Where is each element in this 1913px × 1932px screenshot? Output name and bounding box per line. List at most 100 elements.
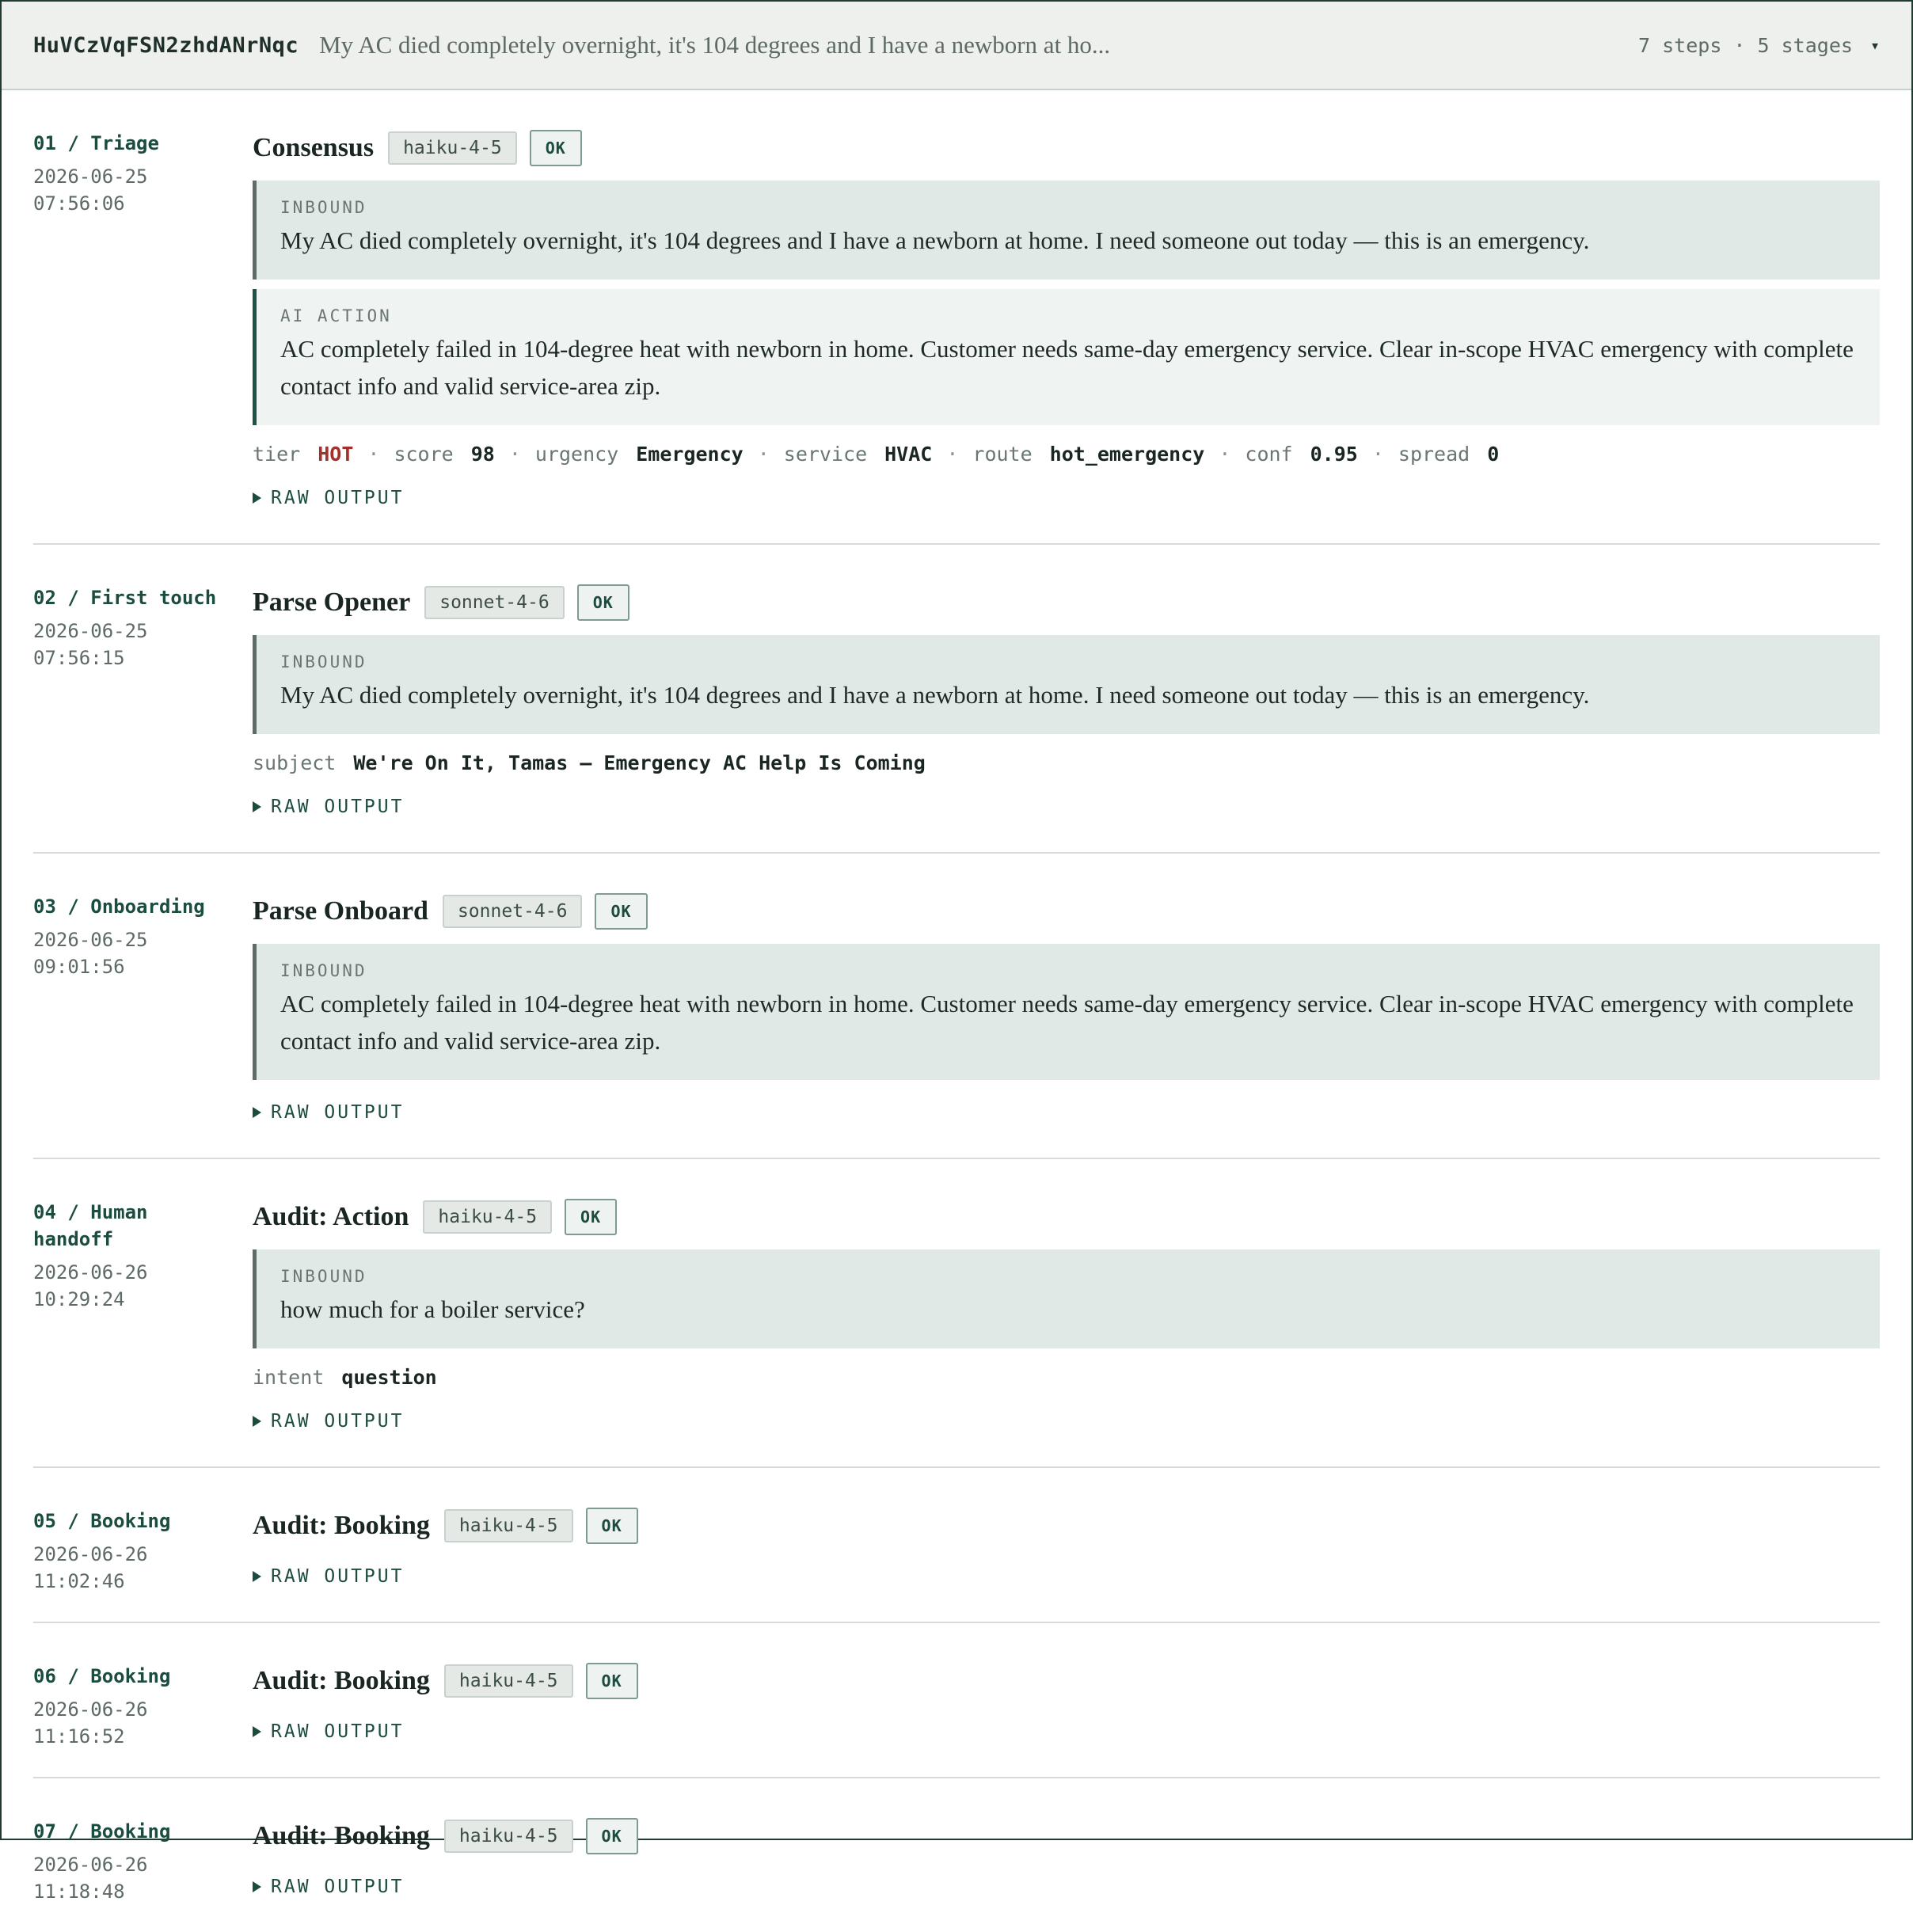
step-label: 06 / Booking [33,1665,171,1687]
run-meta[interactable]: 7 steps · 5 stages ▾ [1638,2,1880,89]
chevron-down-icon[interactable]: ▾ [1870,36,1880,55]
field-key-spread: spread [1398,443,1470,466]
inbound-text: My AC died completely overnight, it's 10… [280,681,1590,709]
inbound-text: how much for a boiler service? [280,1295,585,1323]
step-meta: 06 / Booking 2026-06-26 11:16:52 [33,1623,253,1777]
step-header: Audit: Booking haiku-4-5 OK [253,1818,1880,1854]
status-badge: OK [576,584,629,621]
inbound-message: INBOUND how much for a boiler service? [253,1249,1880,1348]
step-header: Audit: Action haiku-4-5 OK [253,1199,1880,1235]
step-header: Audit: Booking haiku-4-5 OK [253,1663,1880,1699]
field-value-urgency: Emergency [636,443,744,466]
field-value-intent: question [341,1366,437,1389]
field-key-score: score [394,443,454,466]
step-title: Audit: Action [253,1202,409,1231]
intent-field: intent question [253,1366,1880,1389]
field-key-subject: subject [253,751,337,774]
step-header: Parse Opener sonnet-4-6 OK [253,584,1880,621]
model-badge: haiku-4-5 [443,1509,573,1542]
field-key-route: route [972,443,1033,466]
step-label: 04 / Human handoff [33,1201,148,1250]
step-title: Parse Onboard [253,896,428,926]
model-badge: sonnet-4-6 [424,586,565,619]
field-key-intent: intent [253,1366,325,1389]
trace-panel: HuVCzVqFSN2zhdANrNqc My AC died complete… [0,0,1913,1903]
step-row: 05 / Booking 2026-06-26 11:02:46 Audit: B… [33,1468,1880,1623]
inbound-kicker: INBOUND [280,1267,367,1286]
step-header: Parse Onboard sonnet-4-6 OK [253,893,1880,930]
raw-output-toggle[interactable]: RAW OUTPUT [253,1102,1880,1123]
ai-action-text: AC completely failed in 104-degree heat … [280,335,1854,400]
triangle-right-icon [253,1881,261,1892]
raw-output-toggle[interactable]: RAW OUTPUT [253,1721,1880,1742]
triangle-right-icon [253,1416,261,1427]
inbound-message: INBOUND My AC died completely overnight,… [253,181,1880,280]
field-key-conf: conf [1245,443,1293,466]
step-body: Audit: Booking haiku-4-5 OK RAW OUTPUT [253,1623,1880,1777]
field-value-service: HVAC [884,443,933,466]
step-label: 07 / Booking [33,1820,171,1843]
status-badge: OK [595,893,648,930]
step-row: 06 / Booking 2026-06-26 11:16:52 Audit: B… [33,1623,1880,1778]
model-badge: haiku-4-5 [423,1200,553,1234]
inbound-kicker: INBOUND [280,961,367,980]
field-key-tier: tier [253,443,301,466]
raw-output-toggle[interactable]: RAW OUTPUT [253,1566,1880,1587]
model-badge: haiku-4-5 [388,131,517,165]
status-badge: OK [585,1508,638,1544]
step-body: Audit: Booking haiku-4-5 OK RAW OUTPUT [253,1778,1880,1932]
inbound-kicker: INBOUND [280,198,367,217]
raw-output-toggle[interactable]: RAW OUTPUT [253,488,1880,508]
raw-output-toggle[interactable]: RAW OUTPUT [253,1411,1880,1432]
raw-output-toggle[interactable]: RAW OUTPUT [253,1877,1880,1897]
step-title: Audit: Booking [253,1821,430,1850]
field-key-service: service [783,443,868,466]
field-key-urgency: urgency [534,443,619,466]
inbound-kicker: INBOUND [280,652,367,671]
step-body: Parse Onboard sonnet-4-6 OK INBOUND AC c… [253,854,1880,1158]
field-value-tier: HOT [318,443,354,466]
step-row: 04 / Human handoff 2026-06-26 10:29:24 Aud… [33,1159,1880,1468]
field-value-subject: We're On It, Tamas — Emergency AC Help I… [353,751,926,774]
run-summary: My AC died completely overnight, it's 10… [319,31,1111,59]
inbound-message: INBOUND AC completely failed in 104-degr… [253,944,1880,1080]
step-body: Audit: Booking haiku-4-5 OK RAW OUTPUT [253,1468,1880,1622]
run-step-count: 7 steps · 5 stages [1638,33,1853,57]
subject-field: subject We're On It, Tamas — Emergency AC… [253,751,1880,774]
triangle-right-icon [253,801,261,812]
model-badge: sonnet-4-6 [442,895,583,928]
step-row: 01 / Triage 2026-06-25 07:56:06 Consensus… [33,90,1880,545]
step-date: 2026-06-25 09:01:56 [33,929,148,978]
status-badge: OK [565,1199,618,1235]
step-title: Audit: Booking [253,1511,430,1540]
step-meta: 01 / Triage 2026-06-25 07:56:06 [33,90,253,543]
step-meta: 02 / First touch 2026-06-25 07:56:15 [33,545,253,852]
field-value-conf: 0.95 [1310,443,1358,466]
inbound-text: AC completely failed in 104-degree heat … [280,990,1854,1055]
step-date: 2026-06-26 11:16:52 [33,1698,148,1748]
model-badge: haiku-4-5 [443,1664,573,1698]
step-meta: 04 / Human handoff 2026-06-26 10:29:24 [33,1159,253,1466]
field-value-route: hot_emergency [1049,443,1205,466]
step-header: Audit: Booking haiku-4-5 OK [253,1508,1880,1544]
ai-action-message: AI ACTION AC completely failed in 104-de… [253,289,1880,425]
step-date: 2026-06-26 10:29:24 [33,1261,148,1310]
step-title: Consensus [253,133,375,162]
step-label: 03 / Onboarding [33,896,205,918]
field-value-score: 98 [470,443,495,466]
step-meta: 05 / Booking 2026-06-26 11:02:46 [33,1468,253,1622]
step-body: Parse Opener sonnet-4-6 OK INBOUND My AC… [253,545,1880,852]
model-badge: haiku-4-5 [443,1820,573,1853]
step-row: 03 / Onboarding 2026-06-25 09:01:56 Parse… [33,854,1880,1159]
raw-output-toggle[interactable]: RAW OUTPUT [253,797,1880,817]
triangle-right-icon [253,493,261,504]
step-meta: 07 / Booking 2026-06-26 11:18:48 [33,1778,253,1932]
step-label: 02 / First touch [33,587,217,609]
step-label: 05 / Booking [33,1510,171,1532]
step-date: 2026-06-26 11:18:48 [33,1854,148,1903]
step-row: 07 / Booking 2026-06-26 11:18:48 Audit: B… [33,1778,1880,1932]
step-body: Consensus haiku-4-5 OK INBOUND My AC die… [253,90,1880,543]
run-header[interactable]: HuVCzVqFSN2zhdANrNqc My AC died complete… [2,2,1911,90]
step-title: Parse Opener [253,588,411,617]
status-badge: OK [585,1818,638,1854]
